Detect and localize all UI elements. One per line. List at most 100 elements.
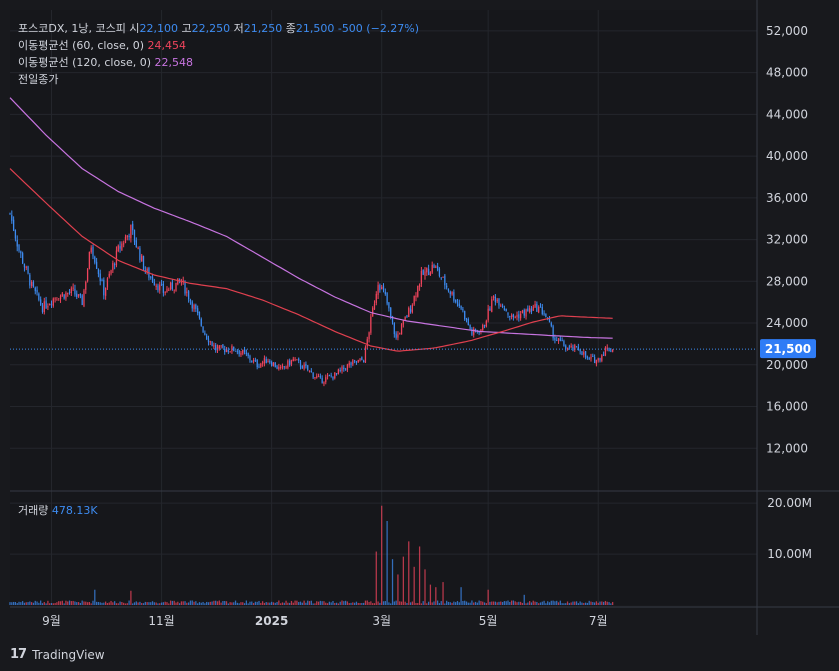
candle-body	[586, 356, 589, 358]
candle-body	[559, 338, 561, 341]
volume-bar	[588, 600, 590, 605]
candle-body	[25, 266, 27, 268]
volume-bar	[420, 603, 423, 605]
candle-body	[258, 366, 260, 368]
candle-body	[548, 318, 551, 323]
candle-body	[298, 358, 300, 361]
candle-body	[31, 281, 33, 286]
volume-bar	[280, 603, 282, 605]
volume-bar	[325, 602, 327, 605]
candle-body	[536, 303, 538, 312]
candle-body	[501, 305, 504, 307]
candle-body	[175, 282, 177, 291]
candle-body	[588, 358, 590, 360]
candle-body	[545, 313, 547, 318]
volume-bar	[368, 602, 370, 605]
volume-bar	[509, 602, 511, 605]
volume-bar	[330, 602, 332, 605]
volume-bar	[527, 602, 529, 605]
volume-bar	[529, 601, 531, 605]
volume-bar	[133, 602, 136, 605]
volume-bar	[256, 601, 258, 605]
price-chart[interactable]: 52,000 48,000 44,000 40,000 36,000 32,000 28,0…	[0, 0, 839, 671]
volume-bar	[112, 602, 114, 605]
volume-bar	[85, 601, 87, 605]
candle-body	[409, 309, 412, 312]
volume-bar	[231, 602, 233, 605]
volume-bar	[321, 601, 323, 605]
volume-bar	[240, 602, 242, 605]
ma60-legend[interactable]: 이동평균선 (60, close, 0) 24,454	[18, 37, 419, 54]
volume-bar	[574, 601, 576, 605]
volume-bar	[290, 600, 293, 605]
volume-bar	[397, 574, 399, 605]
volume-bar	[557, 602, 560, 605]
candle-body	[12, 219, 15, 231]
volume-bar	[606, 601, 608, 605]
candle-body	[61, 293, 63, 297]
volume-bar	[337, 603, 340, 605]
price-tick-label: 28,000	[766, 274, 808, 288]
volume-bar	[76, 602, 78, 605]
volume-bar	[476, 602, 478, 605]
volume-bar	[364, 600, 367, 605]
candle-body	[509, 316, 511, 318]
candle-body	[519, 313, 522, 319]
candle-body	[471, 329, 473, 335]
candle-body	[59, 295, 62, 300]
volume-bar	[164, 601, 166, 605]
ma120-legend[interactable]: 이동평균선 (120, close, 0) 22,548	[18, 54, 419, 71]
candle-body	[539, 306, 542, 308]
candle-body	[451, 292, 453, 295]
candle-body	[455, 299, 457, 303]
volume-bar	[213, 600, 215, 605]
candle-body	[52, 298, 54, 306]
candle-body	[496, 299, 498, 302]
candle-body	[21, 253, 24, 264]
candle-body	[197, 308, 199, 314]
candle-body	[159, 284, 161, 291]
candle-body	[532, 306, 534, 311]
volume-bar	[110, 600, 112, 605]
candle-body	[413, 295, 415, 305]
candle-body	[325, 377, 327, 383]
ma120-value: 22,548	[154, 56, 194, 69]
volume-bar	[431, 602, 433, 605]
volume-bar	[43, 602, 45, 605]
volume-bar	[375, 551, 377, 605]
volume-bar	[20, 602, 22, 605]
volume-bar	[581, 602, 583, 605]
candle-body	[366, 339, 368, 347]
candle-body	[299, 361, 302, 367]
volume-bar	[41, 603, 44, 605]
volume-bar	[162, 602, 165, 605]
candle-body	[114, 264, 116, 266]
volume-bar	[586, 602, 589, 605]
symbol-name[interactable]: 포스코DX, 1낭, 코스피	[18, 22, 126, 35]
volume-bar	[534, 601, 536, 605]
candle-body	[139, 248, 141, 261]
tradingview-logo-icon[interactable]: 17	[10, 647, 27, 662]
volume-bar	[314, 603, 316, 605]
volume-bar	[135, 601, 137, 605]
volume-bar	[386, 521, 388, 605]
candle-body	[141, 255, 143, 262]
candle-body	[575, 346, 578, 348]
candle-body	[316, 376, 318, 378]
price-badge	[760, 339, 816, 359]
volume-legend[interactable]: 거래량 478.13K	[18, 502, 98, 518]
prev-close-legend[interactable]: 전일종가	[18, 71, 419, 88]
volume-bar	[539, 602, 542, 605]
volume-bar	[63, 603, 65, 605]
price-tick-label: 24,000	[766, 316, 808, 330]
candle-body	[216, 347, 219, 351]
volume-bar	[543, 600, 545, 605]
candle-body	[50, 303, 53, 305]
candle-body	[276, 366, 278, 369]
volume-bar	[21, 601, 24, 605]
candle-body	[449, 291, 451, 295]
candle-body	[570, 345, 572, 348]
candle-body	[160, 283, 163, 286]
volume-bar	[137, 602, 139, 605]
candle-body	[289, 360, 291, 366]
